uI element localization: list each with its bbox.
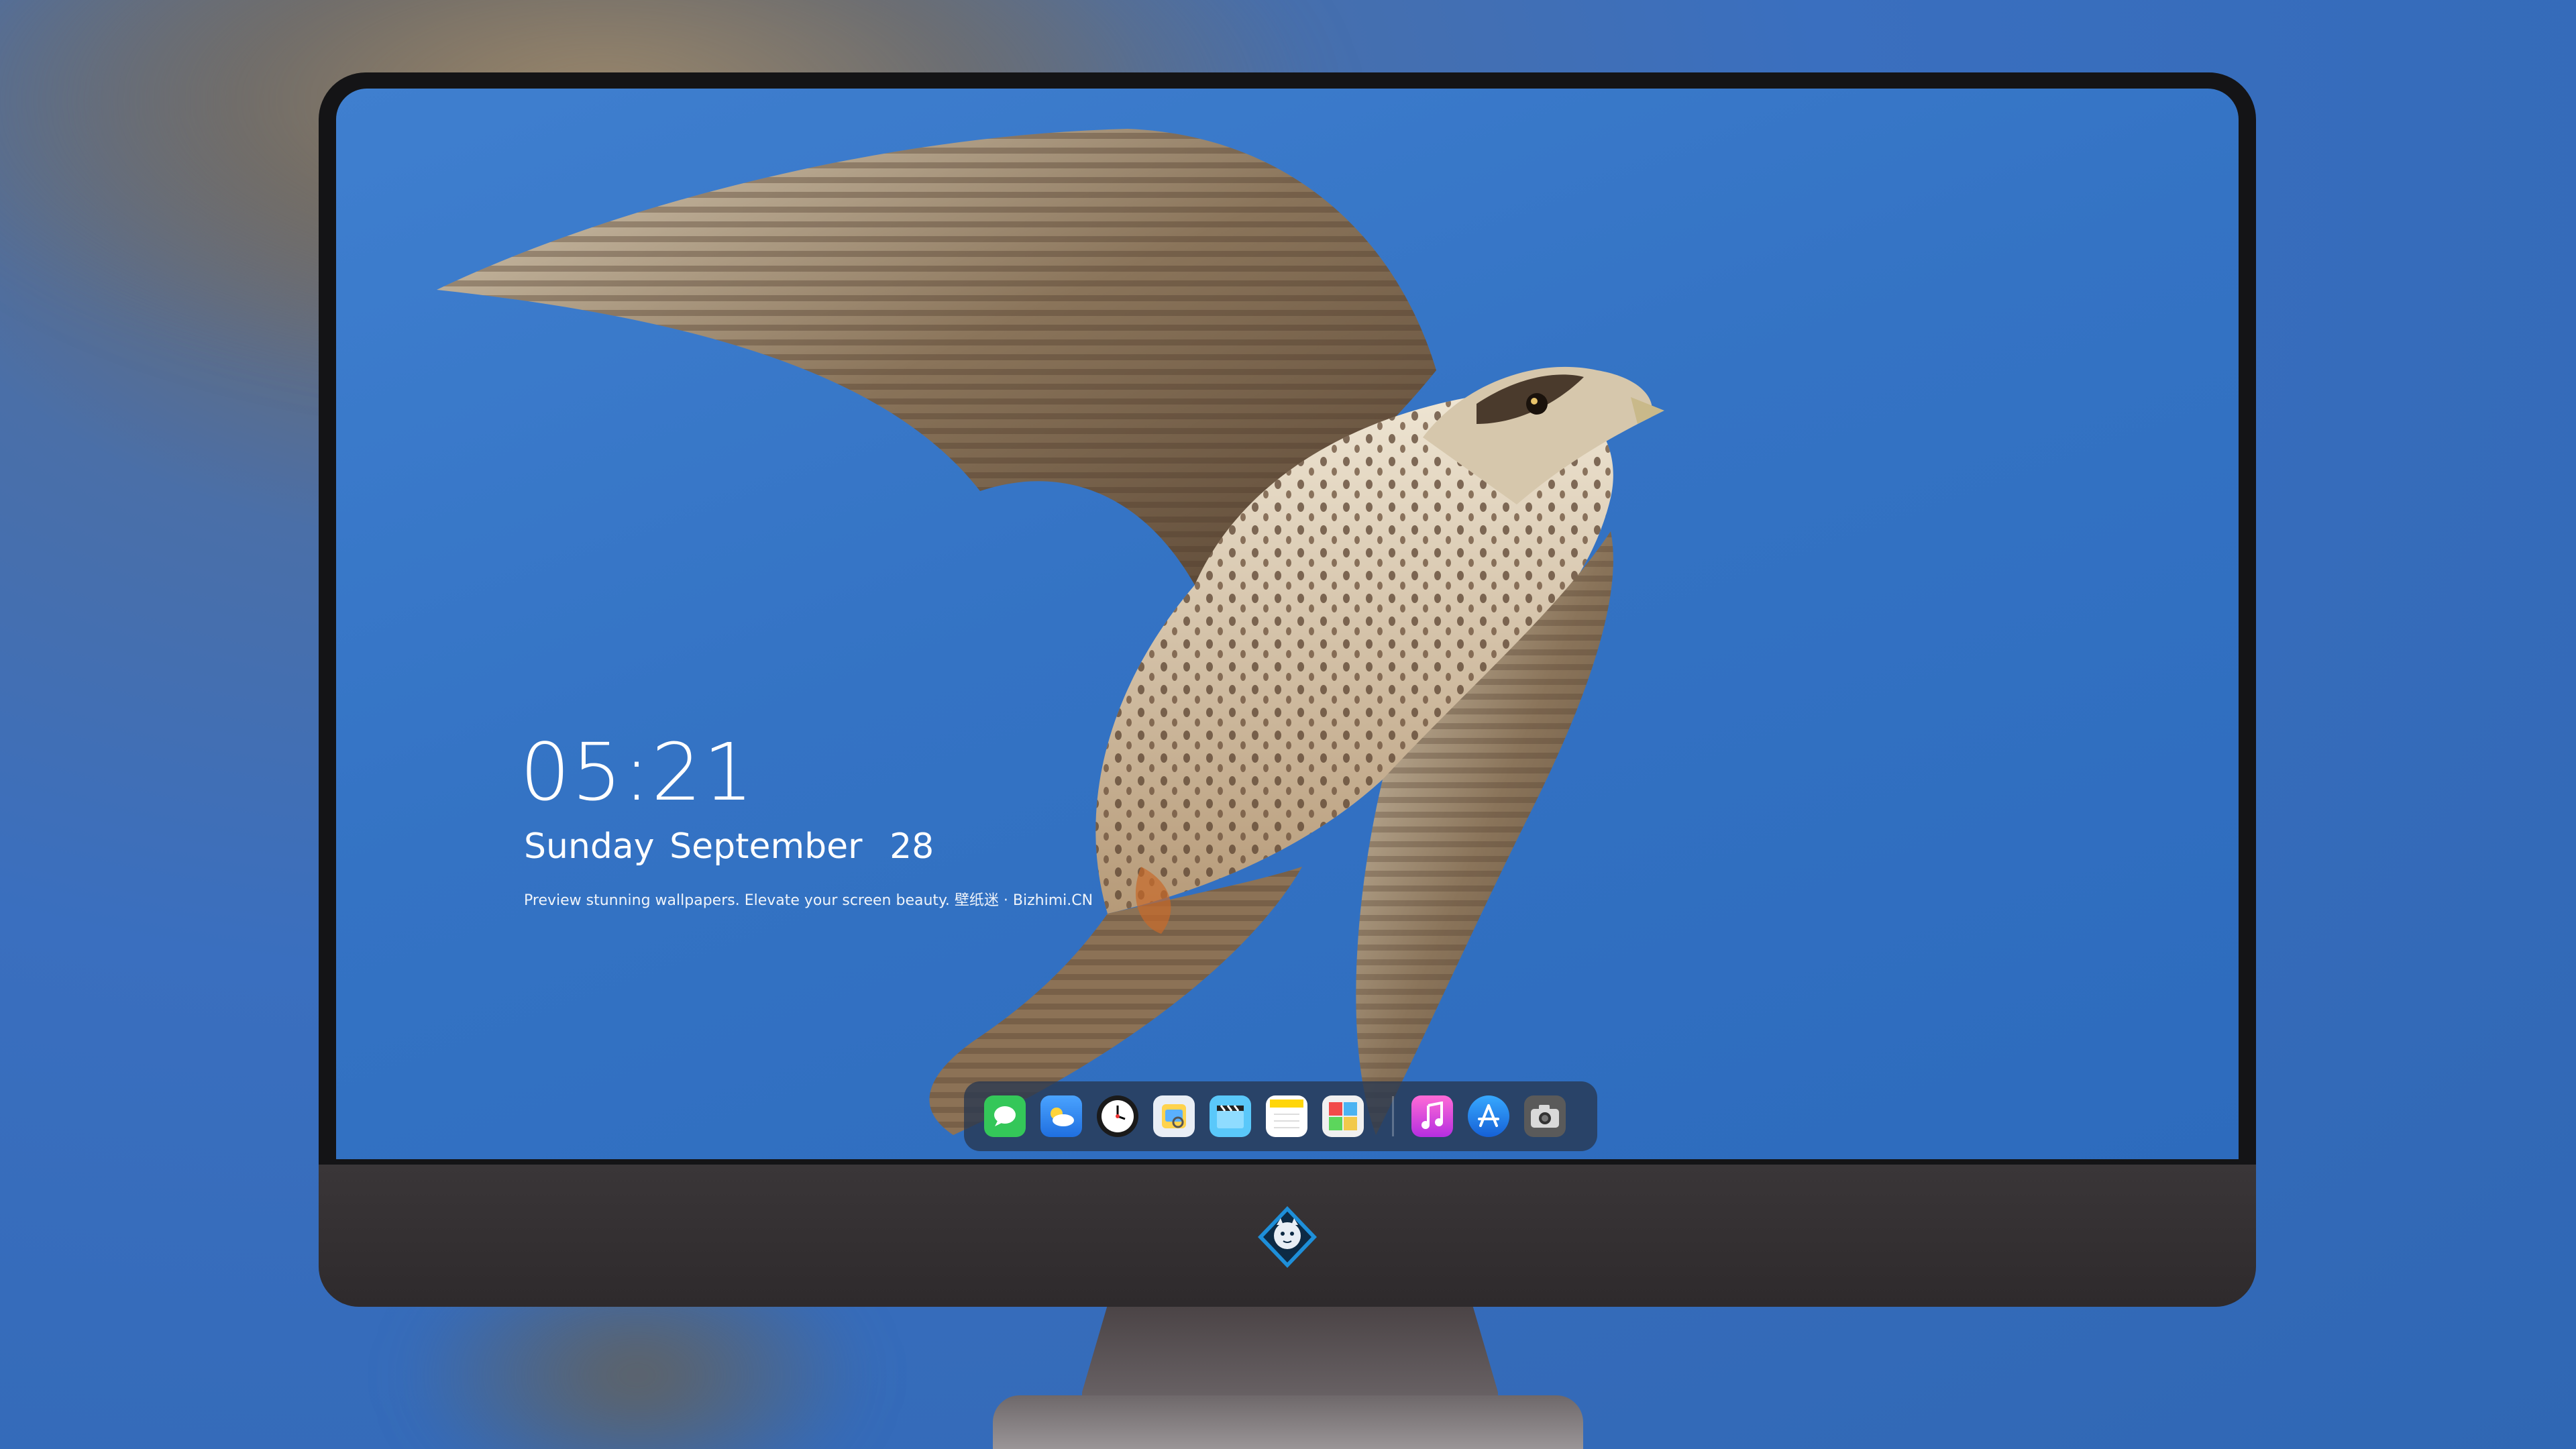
lock-clock: 05:21 [520, 726, 755, 818]
app-store-icon[interactable] [1468, 1095, 1509, 1137]
lock-month: September [669, 826, 863, 867]
wallpaper-tagline: Preview stunning wallpapers. Elevate you… [524, 892, 1093, 909]
monitor: 05:21 Sunday September 28 Preview stunni… [319, 72, 2256, 1307]
music-icon[interactable] [1411, 1095, 1453, 1137]
desktop-background: 05:21 Sunday September 28 Preview stunni… [0, 0, 2576, 1449]
messages-icon[interactable] [984, 1095, 1026, 1137]
notes-icon[interactable] [1266, 1095, 1307, 1137]
preview-icon[interactable] [1153, 1095, 1195, 1137]
monitor-stand-base [993, 1395, 1583, 1449]
clips-icon[interactable] [1210, 1095, 1251, 1137]
camera-icon[interactable] [1524, 1095, 1566, 1137]
dock [964, 1081, 1597, 1151]
brand-logo-icon [1258, 1206, 1317, 1268]
lock-date: Sunday September 28 [524, 826, 934, 867]
weather-icon[interactable] [1040, 1095, 1082, 1137]
falcon-wallpaper [437, 129, 1664, 1135]
lock-screen[interactable]: 05:21 Sunday September 28 Preview stunni… [336, 89, 2239, 1159]
lock-day: 28 [890, 826, 934, 867]
lock-weekday: Sunday [524, 826, 655, 867]
clock-icon[interactable] [1097, 1095, 1138, 1137]
photo-booth-icon[interactable] [1322, 1095, 1364, 1137]
dock-separator [1392, 1096, 1394, 1136]
